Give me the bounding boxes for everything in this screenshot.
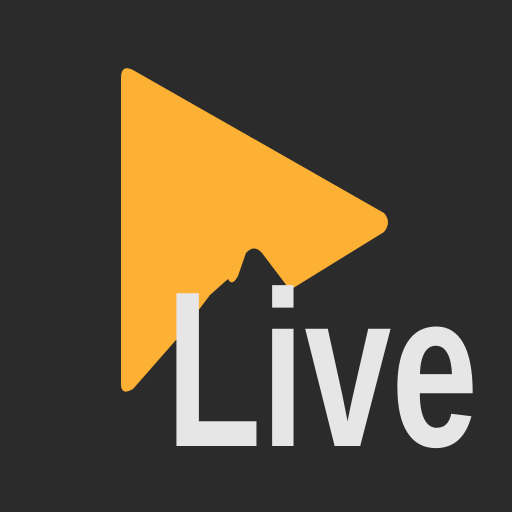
- live-wordmark: Live: [166, 246, 478, 494]
- app-icon: Live: [0, 0, 512, 512]
- logo-graphic: Live: [121, 68, 478, 494]
